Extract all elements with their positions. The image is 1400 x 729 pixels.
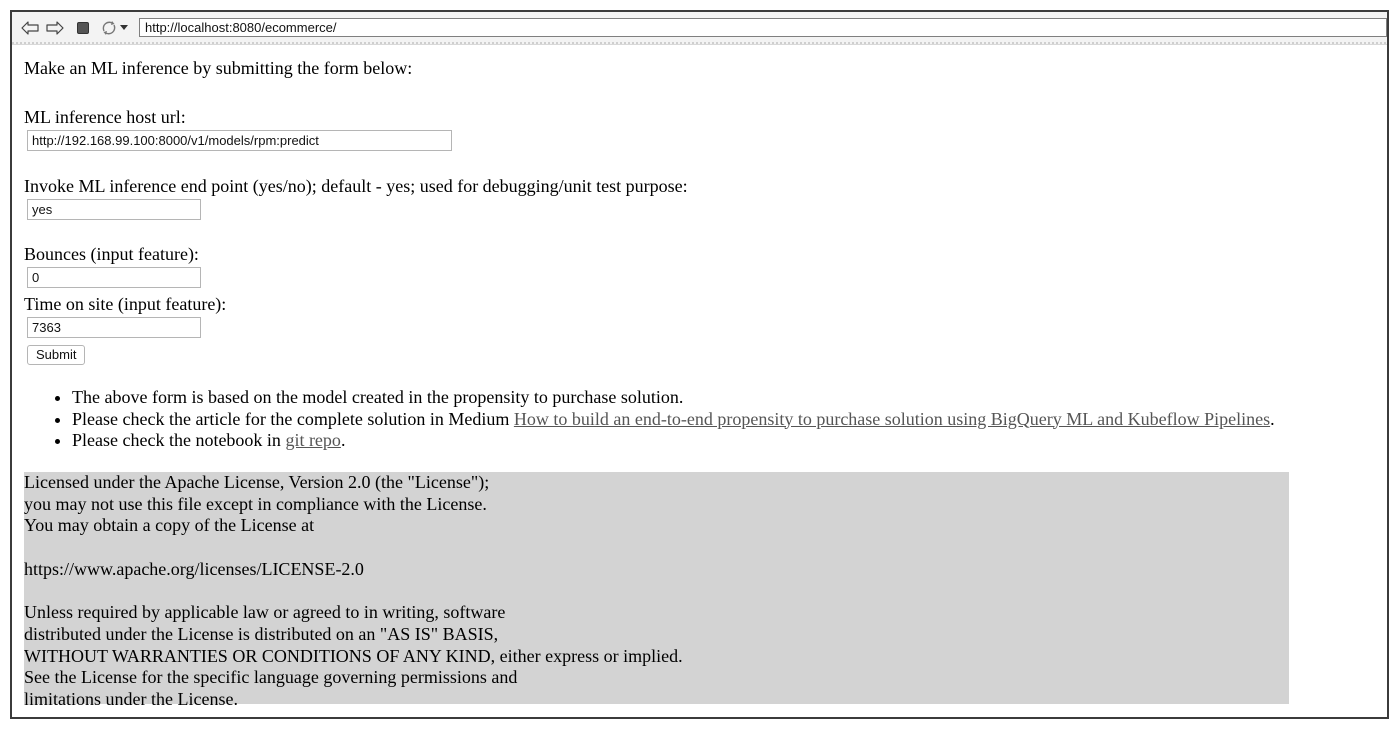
git-repo-link[interactable]: git repo xyxy=(285,430,341,450)
forward-arrow-icon[interactable] xyxy=(46,19,64,37)
submit-button[interactable]: Submit xyxy=(27,345,86,365)
notes-list: The above form is based on the model cre… xyxy=(24,387,1275,452)
host-url-input[interactable]: http://192.168.99.100:8000/v1/models/rpm… xyxy=(27,130,452,151)
list-item: Please check the article for the complet… xyxy=(72,409,1275,431)
list-item: The above form is based on the model cre… xyxy=(72,387,1275,409)
note-text: Please check the notebook in xyxy=(72,430,286,450)
time-on-site-label: Time on site (input feature): xyxy=(24,294,227,314)
license-line: Licensed under the Apache License, Versi… xyxy=(24,472,490,492)
stop-icon[interactable] xyxy=(74,19,92,37)
license-url: https://www.apache.org/licenses/LICENSE-… xyxy=(24,558,364,579)
license-line: limitations under the License. xyxy=(24,688,238,709)
note-suffix: . xyxy=(1270,408,1275,429)
license-line: distributed under the License is distrib… xyxy=(24,623,499,644)
list-item: Please check the notebook in git repo. xyxy=(72,430,1275,452)
license-line: See the License for the specific languag… xyxy=(24,667,518,688)
license-line: Unless required by applicable law or agr… xyxy=(24,602,506,623)
note-text: The above form is based on the model cre… xyxy=(72,387,684,407)
license-block: Licensed under the Apache License, Versi… xyxy=(24,472,1289,709)
browser-window: http://localhost:8080/ecommerce/ Make an… xyxy=(10,10,1389,719)
medium-article-link[interactable]: How to build an end-to-end propensity to… xyxy=(514,409,1270,429)
license-blank-line xyxy=(24,580,1289,602)
license-blank-line xyxy=(24,537,1289,559)
back-arrow-icon[interactable] xyxy=(21,19,39,37)
browser-toolbar: http://localhost:8080/ecommerce/ xyxy=(12,12,1387,45)
license-line: you may not use this file except in comp… xyxy=(24,493,487,514)
license-line: WITHOUT WARRANTIES OR CONDITIONS OF ANY … xyxy=(24,645,683,666)
form-intro: Make an ML inference by submitting the f… xyxy=(24,58,413,78)
note-suffix: . xyxy=(340,430,346,450)
reload-icon[interactable] xyxy=(100,19,118,37)
chevron-down-icon[interactable] xyxy=(119,19,129,37)
note-text: Please check the article for the complet… xyxy=(72,408,514,429)
address-bar[interactable]: http://localhost:8080/ecommerce/ xyxy=(139,18,1387,37)
bounces-input[interactable]: 0 xyxy=(27,267,201,288)
bounces-label: Bounces (input feature): xyxy=(24,244,199,264)
invoke-endpoint-input[interactable]: yes xyxy=(27,199,201,220)
time-on-site-input[interactable]: 7363 xyxy=(27,317,201,338)
invoke-endpoint-label: Invoke ML inference end point (yes/no); … xyxy=(24,176,688,196)
license-line: You may obtain a copy of the License at xyxy=(24,515,315,536)
host-url-label: ML inference host url: xyxy=(24,107,186,127)
